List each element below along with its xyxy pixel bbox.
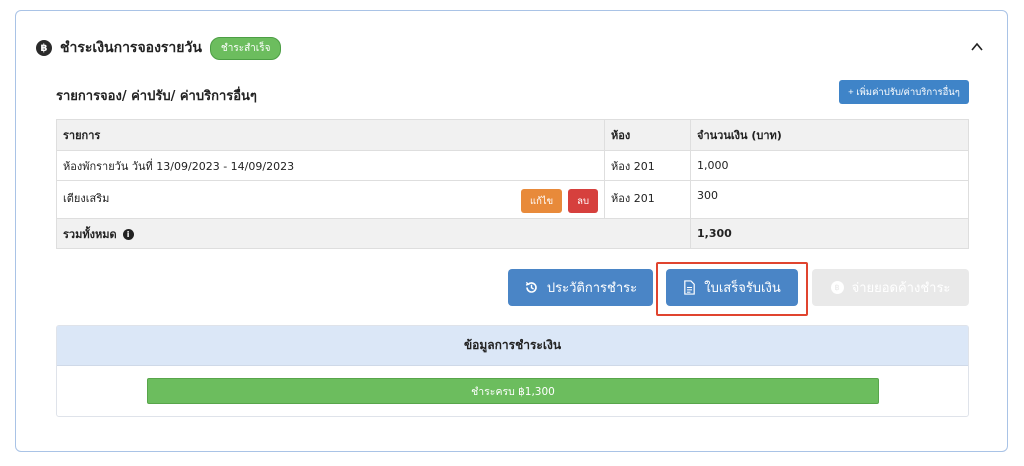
add-charge-button[interactable]: + เพิ่มค่าปรับ/ค่าบริการอื่นๆ — [839, 80, 969, 104]
pay-outstanding-button[interactable]: ฿ จ่ายยอดค้างชำระ — [812, 269, 969, 306]
column-header-item: รายการ — [56, 119, 605, 151]
total-amount: 1,300 — [690, 218, 969, 249]
card-title: ชำระเงินการจองรายวัน — [60, 40, 202, 56]
edit-button[interactable]: แก้ไข — [520, 189, 563, 213]
charges-table: รายการ ห้อง จำนวนเงิน (บาท) ห้องพักรายวั… — [56, 119, 969, 249]
total-label-cell: รวมทั้งหมด i — [56, 218, 691, 249]
item-label: เตียงเสริม — [63, 192, 110, 205]
cell-room: ห้อง 201 — [604, 180, 691, 219]
payment-card: ฿ ชำระเงินการจองรายวัน ชำระสำเร็จ รายการ… — [15, 10, 1008, 452]
total-label: รวมทั้งหมด — [63, 227, 117, 241]
cell-amount: 300 — [690, 180, 969, 219]
cell-item: เตียงเสริม แก้ไข ลบ — [56, 180, 605, 219]
table-header-row: รายการ ห้อง จำนวนเงิน (บาท) — [56, 119, 969, 151]
delete-button[interactable]: ลบ — [568, 189, 598, 213]
chevron-up-icon[interactable] — [969, 39, 985, 55]
cell-room: ห้อง 201 — [604, 150, 691, 181]
payment-info-title: ข้อมูลการชำระเงิน — [57, 326, 968, 366]
payment-history-label: ประวัติการชำระ — [546, 280, 638, 295]
table-row: ห้องพักรายวัน วันที่ 13/09/2023 - 14/09/… — [56, 150, 969, 181]
status-badge: ชำระสำเร็จ — [209, 36, 282, 60]
card-header: ฿ ชำระเงินการจองรายวัน ชำระสำเร็จ — [36, 36, 282, 60]
baht-coin-icon: ฿ — [830, 281, 844, 294]
pay-outstanding-label: จ่ายยอดค้างชำระ — [851, 280, 951, 295]
column-header-amount: จำนวนเงิน (บาท) — [690, 119, 969, 151]
section-label: รายการจอง/ ค่าปรับ/ ค่าบริการอื่นๆ — [56, 89, 257, 104]
table-row: เตียงเสริม แก้ไข ลบ ห้อง 201 300 — [56, 180, 969, 219]
payment-history-button[interactable]: ประวัติการชำระ — [508, 269, 653, 306]
paid-progress-bar: ชำระครบ ฿1,300 — [147, 378, 879, 404]
column-header-room: ห้อง — [604, 119, 691, 151]
receipt-highlight-box — [656, 262, 808, 316]
history-icon — [525, 281, 537, 293]
cell-item: ห้องพักรายวัน วันที่ 13/09/2023 - 14/09/… — [56, 150, 605, 181]
info-icon[interactable]: i — [122, 229, 134, 240]
baht-coin-icon: ฿ — [36, 40, 52, 56]
payment-info-panel: ข้อมูลการชำระเงิน ชำระครบ ฿1,300 — [56, 325, 969, 417]
cell-amount: 1,000 — [690, 150, 969, 181]
table-total-row: รวมทั้งหมด i 1,300 — [56, 218, 969, 249]
